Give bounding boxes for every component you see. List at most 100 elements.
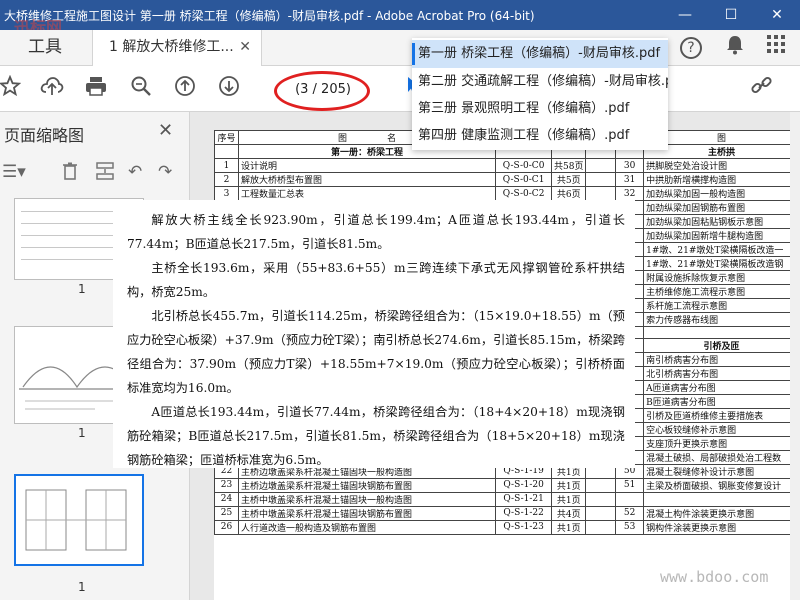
highlight-oval (274, 71, 370, 111)
table-cell: 加劲纵梁加固粘贴钢板示意图 (643, 214, 800, 229)
insert-pages-icon[interactable] (96, 162, 114, 185)
table-row: 23 主桥边墩盖梁系杆混凝土锚固块钢筋布置图 Q-S-1-20 共1页 51 主梁及桥面破… (214, 477, 800, 493)
apps-grid-icon[interactable] (763, 35, 789, 61)
undo-icon[interactable]: ↶ (128, 162, 142, 182)
table-cell: 北引桥病害分布图 (643, 365, 800, 381)
table-cell: 共5页 (551, 172, 587, 187)
print-icon[interactable] (82, 75, 110, 103)
bell-icon[interactable] (722, 35, 748, 61)
table-cell: 24 (214, 491, 239, 507)
thumbnail-page-number: 1 (78, 282, 86, 296)
table-cell: 混凝土破损、局部破损处治工程数 (643, 449, 800, 465)
title-bar: 大桥维修工程施工图设计 第一册 桥梁工程（修编稿）-财局审核.pdf - Ado… (0, 0, 800, 30)
table-cell: 序号 (214, 130, 239, 145)
tab-tools[interactable]: 工具 (0, 30, 90, 65)
table-cell: Q-S-1-23 (495, 519, 553, 535)
tab-close-icon[interactable]: ✕ (239, 30, 251, 65)
file-menu-item[interactable]: 第三册 景观照明工程（修编稿）.pdf (412, 95, 668, 123)
close-window-button[interactable]: ✕ (754, 0, 800, 30)
table-cell: 26 (214, 519, 239, 535)
link-share-icon[interactable] (748, 75, 776, 103)
watermark-url: www.bdoo.com (660, 568, 769, 586)
table-cell: Q-S-0-C1 (495, 172, 553, 187)
table-cell: 51 (615, 477, 645, 493)
table-cell: 索力传感器布线图 (643, 312, 800, 327)
table-cell: 设计说明 (237, 158, 497, 173)
table-cell (615, 491, 645, 507)
thumbnail-page-number: 1 (78, 426, 86, 440)
table-cell: 30 (615, 158, 645, 173)
table-cell: 23 (214, 477, 239, 493)
window-title: 大桥维修工程施工图设计 第一册 桥梁工程（修编稿）-财局审核.pdf - Ado… (4, 9, 535, 23)
table-row: 2 解放大桥桥型布置图 Q-S-0-C1 共5页 31 中拱肋新增横撑构造图 (214, 172, 800, 187)
table-cell: 引桥及匝道桥维修主要措施表 (643, 407, 800, 423)
maximize-button[interactable]: ☐ (708, 0, 754, 30)
table-cell: 主桥中墩盖梁系杆混凝土锚固块一般构造图 (237, 491, 497, 507)
table-cell: Q-S-1-22 (495, 505, 553, 521)
table-cell (585, 505, 617, 521)
table-row: 1 设计说明 Q-S-0-C0 共58页 30 拱脚脱空处治设计图 (214, 158, 800, 173)
table-cell: 主桥中墩盖梁系杆混凝土锚固块钢筋布置图 (237, 505, 497, 521)
table-cell: Q-S-1-20 (495, 477, 553, 493)
toolbar: (3 / 205) (0, 66, 800, 112)
thumbnail-options-icon[interactable]: ☰▾ (2, 162, 26, 182)
cloud-upload-icon[interactable] (38, 75, 66, 103)
description-overlay: 解放大桥主线全长923.90m，引道总长199.4m；A匝道总长193.44m，… (113, 200, 635, 468)
table-row: 25 主桥中墩盖梁系杆混凝土锚固块钢筋布置图 Q-S-1-22 共4页 52 混凝土构件涂… (214, 505, 800, 521)
table-cell: 加劲纵梁加固钢筋布置图 (643, 200, 800, 215)
table-cell: 3 (214, 186, 239, 201)
table-cell: 支座顶升更换示意图 (643, 435, 800, 451)
sidebar-title: 页面缩略图 (4, 126, 85, 145)
help-icon[interactable]: ? (680, 37, 702, 59)
delete-icon[interactable] (62, 162, 78, 185)
table-cell: 系杆施工流程示意图 (643, 298, 800, 313)
file-menu-item[interactable]: 第二册 交通疏解工程（修编稿）-财局审核.pdf (412, 68, 668, 96)
table-cell: 52 (615, 505, 645, 521)
tab-document-label: 1 解放大桥维修工... (109, 39, 234, 55)
tab-document[interactable]: 1 解放大桥维修工... ✕ (92, 30, 262, 66)
table-cell (585, 186, 617, 201)
thumbnail-page-number: 1 (78, 580, 86, 594)
table-cell: 工程数量汇总表 (237, 186, 497, 201)
table-cell: Q-S-1-21 (495, 491, 553, 507)
table-cell: 南引桥病害分布图 (643, 351, 800, 367)
table-cell (214, 144, 239, 159)
previous-page-icon[interactable] (171, 75, 199, 103)
table-cell: 空心板铰缝修补示意图 (643, 421, 800, 437)
table-cell: B匝道病害分布图 (643, 393, 800, 409)
zoom-search-icon[interactable] (127, 75, 155, 103)
selected-marker (412, 43, 415, 65)
tab-row: 工具 1 解放大桥维修工... ✕ ? (0, 30, 800, 66)
table-cell: 1 (214, 158, 239, 173)
table-cell: 主桥边墩盖梁系杆混凝土锚固块钢筋布置图 (237, 477, 497, 493)
overlay-paragraph: 解放大桥主线全长923.90m，引道总长199.4m；A匝道总长193.44m，… (127, 213, 625, 251)
next-page-icon[interactable] (215, 75, 243, 103)
table-cell: 主梁及桥面破损、钢胀变修复设计 (643, 477, 800, 493)
sidebar-close-icon[interactable]: ✕ (158, 120, 173, 141)
file-menu-item-label: 第四册 健康监测工程（修编稿）.pdf (418, 128, 630, 143)
table-cell: 引桥及匝 (643, 337, 800, 353)
table-cell: 32 (615, 186, 645, 201)
table-cell: 中拱肋新增横撑构造图 (643, 172, 800, 187)
header-label: 图 (338, 134, 348, 144)
file-menu-item-label: 第一册 桥梁工程（修编稿）-财局审核.pdf (418, 46, 661, 61)
vertical-scrollbar[interactable] (790, 112, 800, 600)
table-cell: 1#墩、21#墩处T梁横隔板改造钢 (643, 256, 800, 271)
page-thumbnail-selected[interactable] (14, 474, 144, 566)
table-cell: Q-S-0-C2 (495, 186, 553, 201)
file-menu-item-label: 第二册 交通疏解工程（修编稿）-财局审核.pdf (418, 74, 668, 89)
table-cell: 解放大桥桥型布置图 (237, 172, 497, 187)
table-cell: 共1页 (551, 477, 587, 493)
table-cell (585, 491, 617, 507)
file-menu-item[interactable]: 第一册 桥梁工程（修编稿）-财局审核.pdf (412, 40, 668, 68)
table-cell: 加劲纵梁加固新增牛腿构造图 (643, 228, 800, 243)
file-menu-item[interactable]: 第四册 健康监测工程（修编稿）.pdf (412, 122, 668, 150)
redo-icon[interactable]: ↷ (158, 162, 172, 182)
header-label: 名 (387, 134, 397, 144)
table-row: 3 工程数量汇总表 Q-S-0-C2 共6页 32 加劲纵梁加固一般构造图 (214, 186, 800, 201)
table-cell (585, 158, 617, 173)
star-icon[interactable] (0, 74, 24, 103)
minimize-button[interactable]: — (662, 0, 708, 30)
table-cell: 共1页 (551, 519, 587, 535)
table-cell (585, 477, 617, 493)
